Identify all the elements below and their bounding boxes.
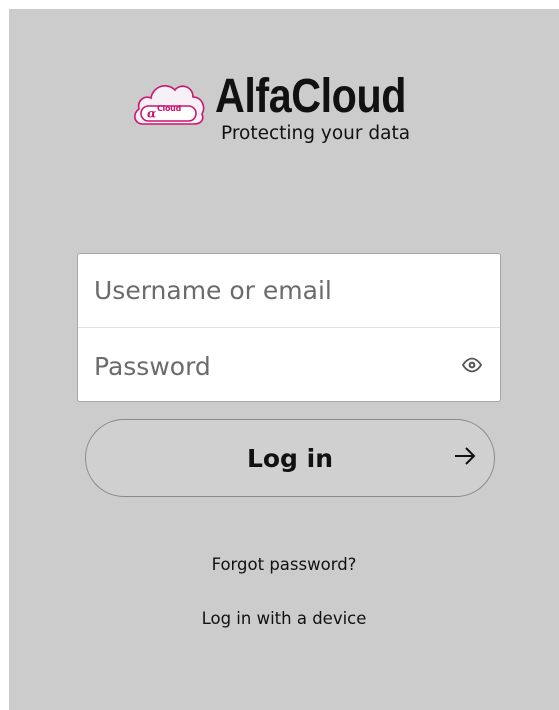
login-panel: α Cloud AlfaCloud Protecting your data L… [9,9,559,710]
login-button[interactable]: Log in [85,419,495,497]
arrow-right-icon [455,447,476,465]
brand-title: AlfaCloud [215,70,407,123]
eye-icon[interactable] [462,357,482,373]
brand-logo: α Cloud AlfaCloud Protecting your data [131,71,461,161]
brand-tagline: Protecting your data [221,123,411,144]
username-field [78,254,500,328]
username-input[interactable] [78,254,500,327]
login-button-label: Log in [246,444,334,473]
password-field [78,329,500,403]
logo-badge-text: Cloud [156,104,182,113]
login-form [77,253,501,403]
password-input[interactable] [78,329,500,403]
forgot-password-link[interactable]: Forgot password? [9,555,559,574]
device-login-link[interactable]: Log in with a device [9,609,559,628]
cloud-logo-icon: α [134,85,205,125]
